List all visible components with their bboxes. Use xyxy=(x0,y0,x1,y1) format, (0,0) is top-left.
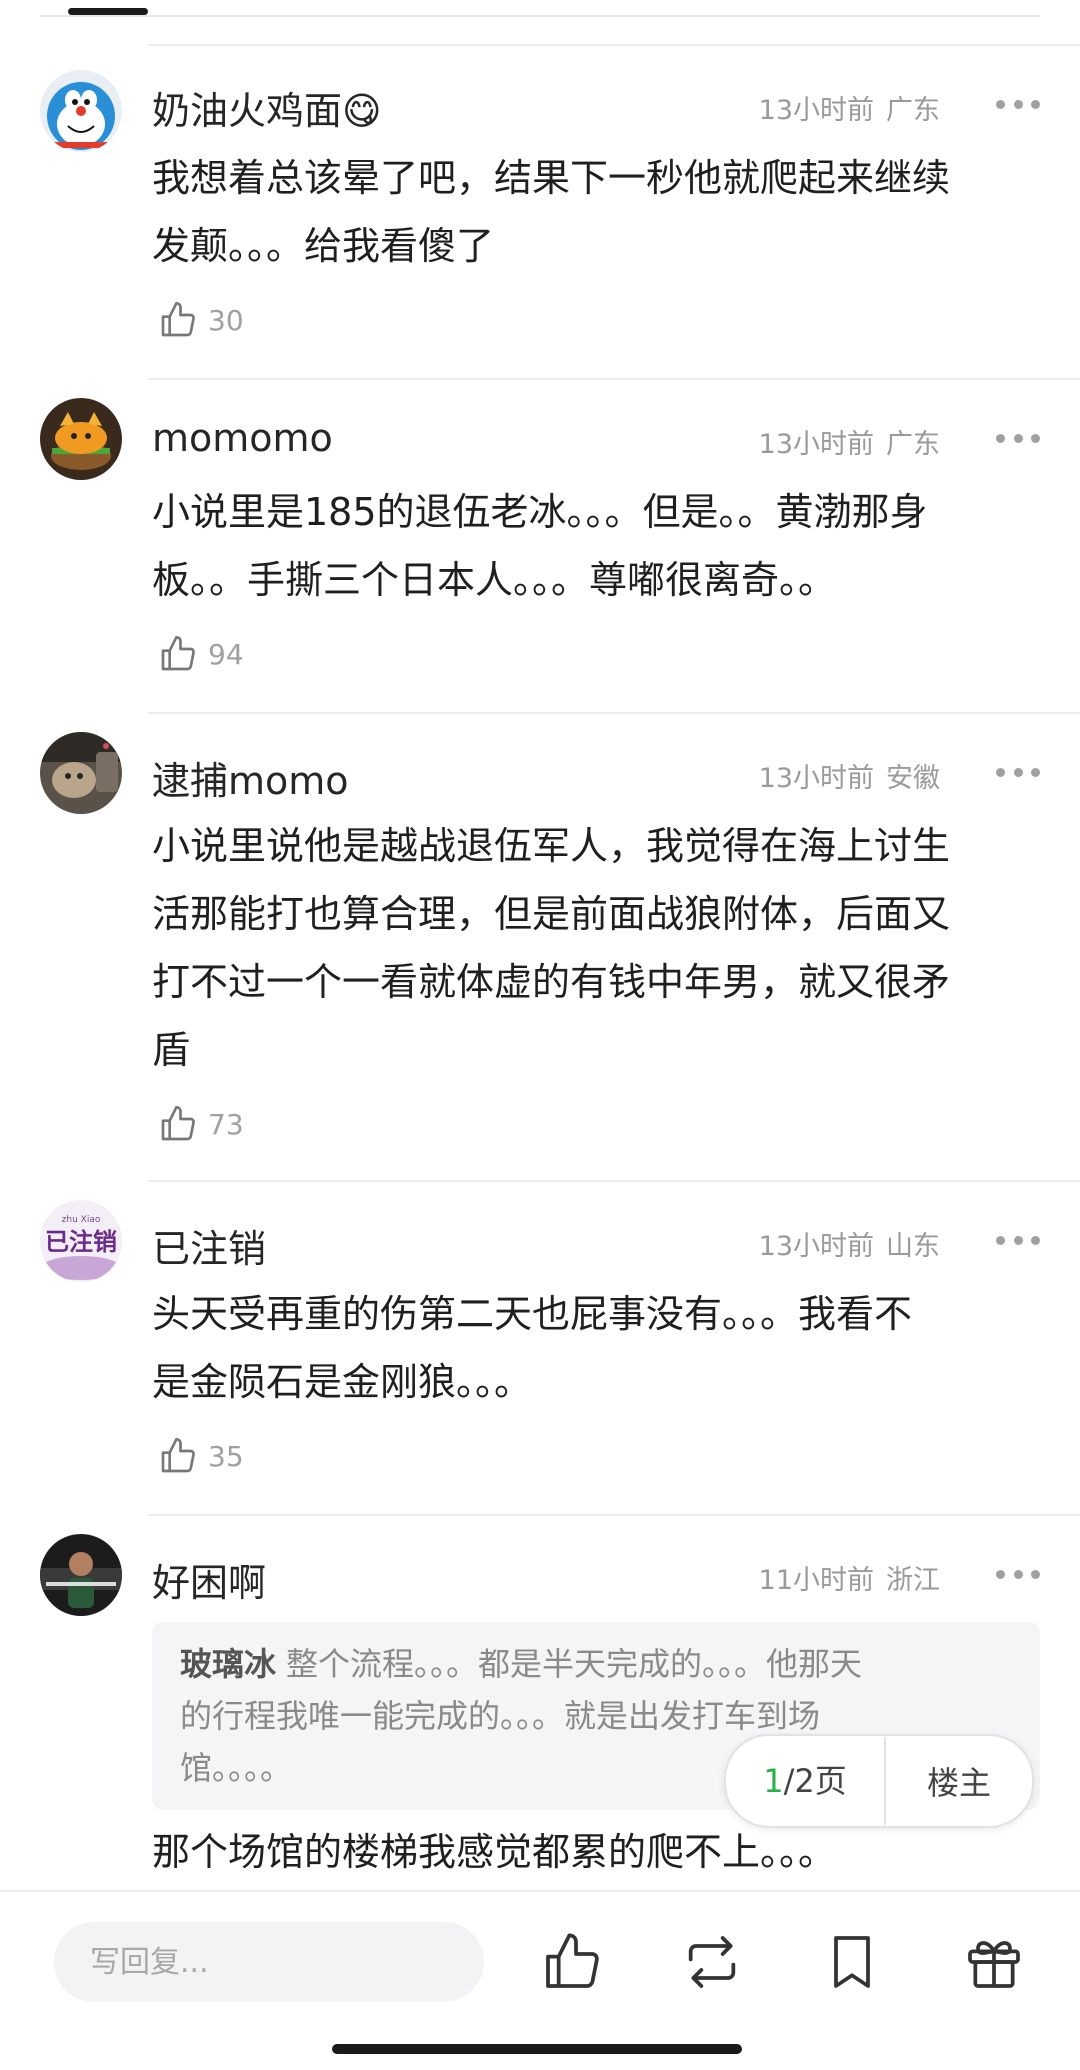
reply-input[interactable] xyxy=(54,1922,484,2002)
comment-item: 好困啊 11小时前 浙江 玻璃冰 整个流程。。。都是半天完成的。。。他那天 的行程我… xyxy=(0,1514,1080,1890)
comment-line: 头天受再重的伤第二天也屁事没有。。。我看不 xyxy=(152,1292,913,1336)
comment-text: 小说里是185的退伍老冰。。。但是。。黄渤那身 板。。手撕三个日本人。。。尊嘟很… xyxy=(152,478,1032,614)
divider xyxy=(148,44,1080,46)
yum-emoji: 😋 xyxy=(342,89,382,133)
avatar[interactable] xyxy=(40,398,122,480)
comment-line: 是金陨石是金刚狼。。。 xyxy=(152,1360,533,1404)
avatar[interactable]: zhu Xiao 已注销 xyxy=(40,1200,122,1282)
repost-icon[interactable] xyxy=(680,1930,744,1994)
page-switcher: 1/2页 楼主 xyxy=(724,1734,1034,1828)
more-options-icon[interactable] xyxy=(996,762,1040,782)
comment-location: 广东 xyxy=(886,95,940,126)
bookmark-icon[interactable] xyxy=(820,1930,884,1994)
username[interactable]: momomo xyxy=(152,416,333,460)
top-tab-strip xyxy=(0,0,1080,46)
comment-line: 活那能打也算合理，但是前面战狼附体，后面又 xyxy=(152,892,951,936)
home-indicator xyxy=(332,2044,742,2054)
like-count: 30 xyxy=(208,303,244,337)
comment-text: 那个场馆的楼梯我感觉都累的爬不上。。。 xyxy=(152,1818,1032,1886)
username-text: 奶油火鸡面 xyxy=(152,89,343,133)
bottom-action-bar xyxy=(0,1890,1080,2070)
thumb-up-icon xyxy=(161,302,195,337)
divider xyxy=(148,1514,1080,1516)
comment-time: 13小时前 xyxy=(758,95,874,126)
comment-time: 11小时前 xyxy=(758,1565,874,1596)
comment-meta: 11小时前 浙江 xyxy=(759,1558,940,1597)
comment-item: zhu Xiao 已注销 已注销 13小时前 山东 头天受再重的伤第二天也屁事没有… xyxy=(0,1180,1080,1514)
thumb-up-icon xyxy=(161,1106,195,1141)
comment-line: 板。。手撕三个日本人。。。尊嘟很离奇。。 xyxy=(152,558,837,602)
comment-line: 发颠。。。给我看傻了 xyxy=(152,224,495,268)
thumb-up-icon xyxy=(161,636,195,671)
divider xyxy=(40,15,1040,17)
avatar-label: 已注销 xyxy=(45,1228,117,1256)
comment-line: 打不过一个一看就体虚的有钱中年男，就又很矛 xyxy=(152,960,951,1004)
comment-time: 13小时前 xyxy=(758,429,874,460)
only-owner-button[interactable]: 楼主 xyxy=(886,1758,1032,1804)
comment-line: 小说里是185的退伍老冰。。。但是。。黄渤那身 xyxy=(152,490,928,534)
thumb-up-icon[interactable] xyxy=(540,1930,604,1994)
more-options-icon[interactable] xyxy=(996,1230,1040,1250)
comment-line: 小说里说他是越战退伍军人，我觉得在海上讨生 xyxy=(152,824,951,868)
quoted-username: 玻璃冰 xyxy=(180,1645,277,1683)
comment-line: 那个场馆的楼梯我感觉都累的爬不上。。。 xyxy=(152,1830,837,1874)
comment-text: 我想着总该晕了吧，结果下一秒他就爬起来继续 发颠。。。给我看傻了 xyxy=(152,144,1032,280)
comment-item: 逮捕momo 13小时前 安徽 小说里说他是越战退伍军人，我觉得在海上讨生 活那能… xyxy=(0,712,1080,1180)
divider xyxy=(148,1180,1080,1182)
comment-meta: 13小时前 广东 xyxy=(759,88,940,127)
avatar-caption: zhu Xiao xyxy=(62,1215,101,1225)
comment-item: 奶油火鸡面😋 13小时前 广东 我想着总该晕了吧，结果下一秒他就爬起来继续 发颠。… xyxy=(0,44,1080,378)
comment-meta: 13小时前 山东 xyxy=(759,1224,940,1263)
like-count: 35 xyxy=(208,1439,244,1473)
divider xyxy=(148,378,1080,380)
comment-line: 盾 xyxy=(152,1028,191,1072)
total-pages: /2页 xyxy=(783,1762,847,1800)
like-button[interactable]: 35 xyxy=(158,1436,244,1476)
more-options-icon[interactable] xyxy=(996,428,1040,448)
like-count: 94 xyxy=(208,637,244,671)
more-options-icon[interactable] xyxy=(996,94,1040,114)
like-button[interactable]: 73 xyxy=(158,1104,244,1144)
avatar[interactable] xyxy=(40,70,122,152)
comment-location: 浙江 xyxy=(886,1565,940,1596)
comment-text: 头天受再重的伤第二天也屁事没有。。。我看不 是金陨石是金刚狼。。。 xyxy=(152,1280,1032,1416)
comment-time: 13小时前 xyxy=(758,1231,874,1262)
comment-line: 我想着总该晕了吧，结果下一秒他就爬起来继续 xyxy=(152,156,951,200)
comment-location: 山东 xyxy=(886,1231,940,1262)
username[interactable]: 逮捕momo xyxy=(152,750,349,805)
username[interactable]: 奶油火鸡面😋 xyxy=(152,80,382,135)
active-tab-indicator xyxy=(68,8,148,15)
comment-location: 安徽 xyxy=(886,763,940,794)
gift-icon[interactable] xyxy=(962,1930,1026,1994)
like-button[interactable]: 94 xyxy=(158,634,244,674)
username[interactable]: 好困啊 xyxy=(152,1552,266,1607)
comment-meta: 13小时前 安徽 xyxy=(759,756,940,795)
current-page: 1 xyxy=(763,1762,784,1800)
comment-meta: 13小时前 广东 xyxy=(759,422,940,461)
comment-time: 13小时前 xyxy=(758,763,874,794)
avatar[interactable] xyxy=(40,1534,122,1616)
username[interactable]: 已注销 xyxy=(152,1218,266,1273)
page-indicator[interactable]: 1/2页 xyxy=(726,1737,886,1825)
avatar[interactable] xyxy=(40,732,122,814)
like-count: 73 xyxy=(208,1107,244,1141)
divider xyxy=(148,712,1080,714)
quote-line: 整个流程。。。都是半天完成的。。。他那天 xyxy=(286,1645,863,1683)
more-options-icon[interactable] xyxy=(996,1564,1040,1584)
thumb-up-icon xyxy=(161,1438,195,1473)
like-button[interactable]: 30 xyxy=(158,300,244,340)
comment-item: momomo 13小时前 广东 小说里是185的退伍老冰。。。但是。。黄渤那身 板… xyxy=(0,378,1080,712)
comment-text: 小说里说他是越战退伍军人，我觉得在海上讨生 活那能打也算合理，但是前面战狼附体，… xyxy=(152,812,1032,1084)
comment-location: 广东 xyxy=(886,429,940,460)
